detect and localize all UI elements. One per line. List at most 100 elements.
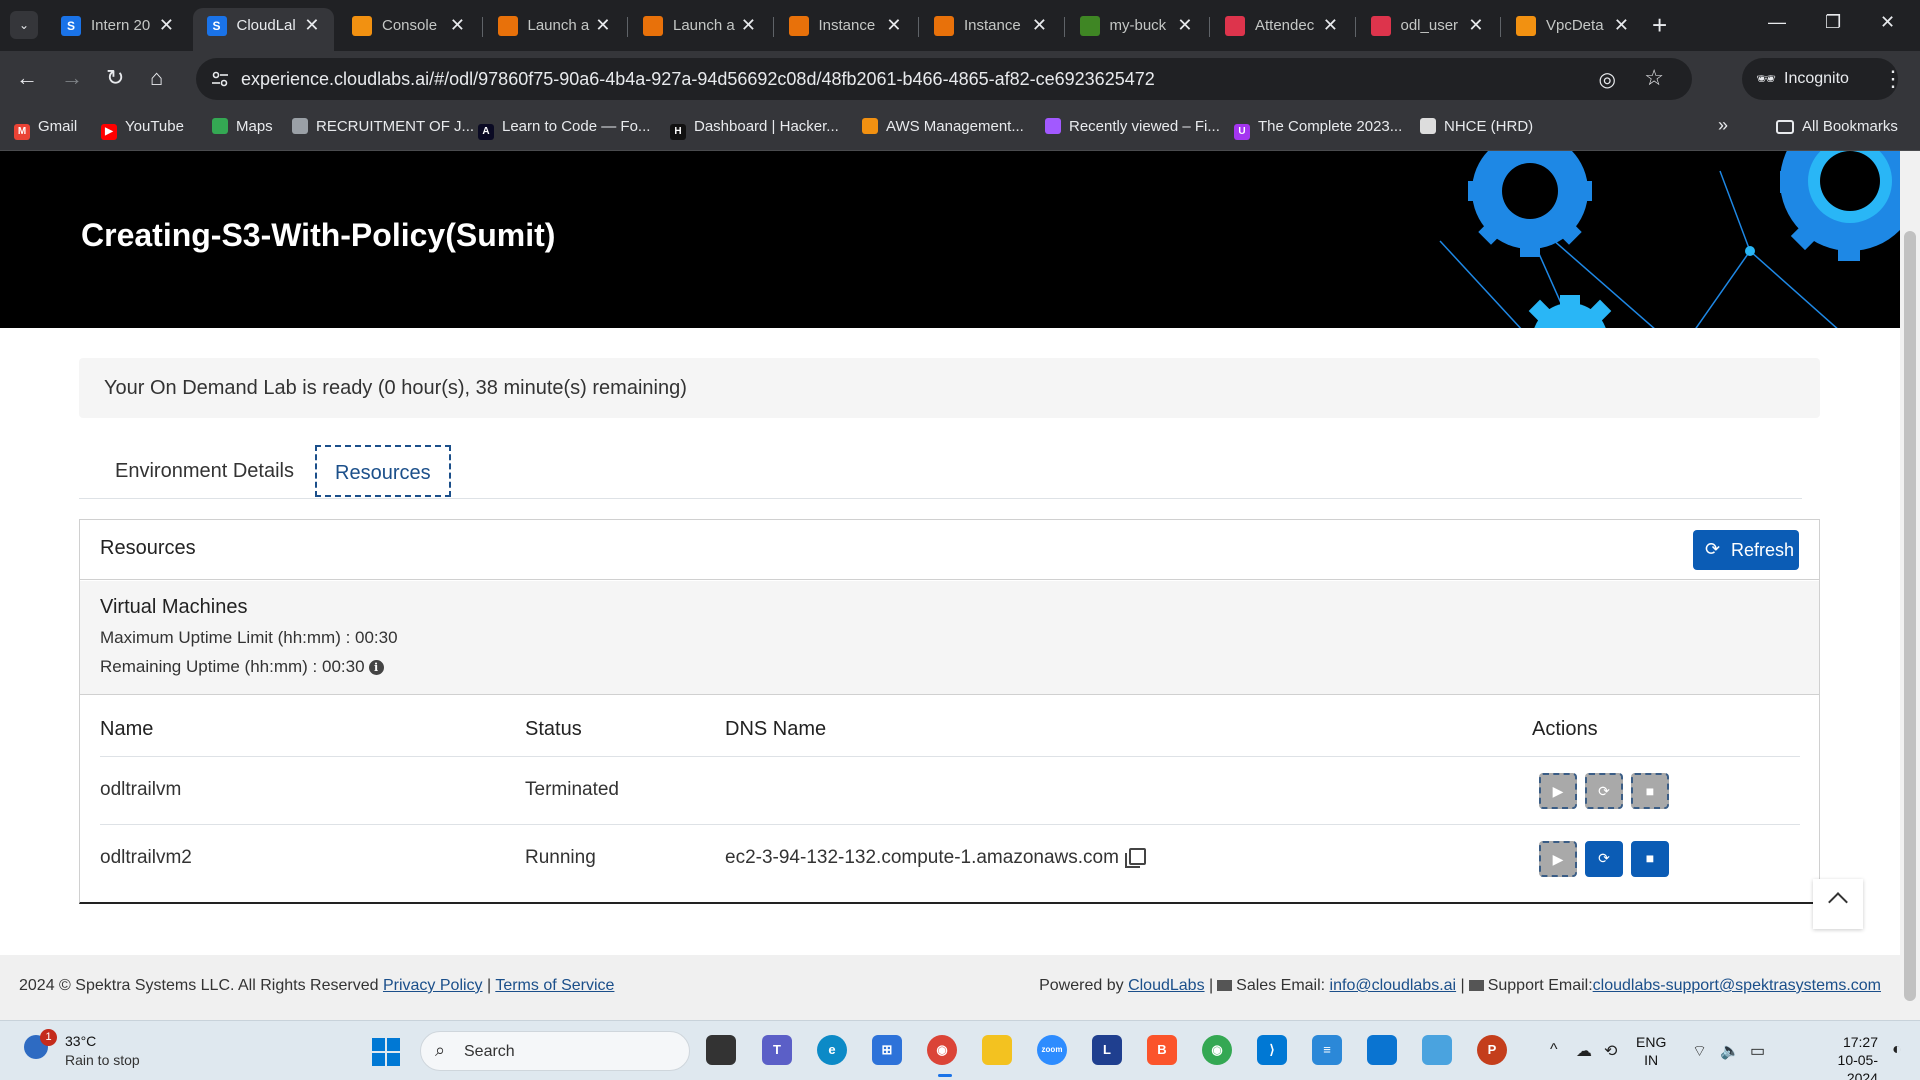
browser-tab[interactable]: odl_user ✕ — [1357, 8, 1498, 51]
tab-close-icon[interactable]: ✕ — [1032, 15, 1047, 36]
tab-close-icon[interactable]: ✕ — [741, 15, 756, 36]
back-to-top-button[interactable] — [1813, 879, 1863, 929]
refresh-icon: ⟳ — [1705, 539, 1721, 559]
tab-close-icon[interactable]: ✕ — [450, 15, 465, 36]
brave-icon[interactable]: B — [1147, 1035, 1177, 1065]
browser-tab[interactable]: S CloudLal ✕ — [192, 8, 334, 51]
tab-close-icon[interactable]: ✕ — [1177, 15, 1192, 36]
sales-email-link[interactable]: info@cloudlabs.ai — [1330, 977, 1457, 994]
all-bookmarks-button[interactable]: All Bookmarks — [1776, 118, 1898, 135]
browser-tab[interactable]: VpcDeta ✕ — [1502, 8, 1643, 51]
restore-icon[interactable]: ❐ — [1825, 12, 1841, 33]
start-vm-button[interactable]: ▶ — [1539, 841, 1577, 877]
browser-tab[interactable]: Console ✕ — [338, 8, 479, 51]
weather-widget[interactable]: 1 33°C Rain to stop — [24, 1029, 204, 1073]
photos-icon[interactable] — [1367, 1035, 1397, 1065]
tab-resources[interactable]: Resources — [315, 445, 451, 497]
tab-close-icon[interactable]: ✕ — [595, 15, 610, 36]
address-bar[interactable]: experience.cloudlabs.ai/#/odl/97860f75-9… — [196, 58, 1692, 100]
tab-search-button[interactable]: ⌄ — [10, 11, 38, 39]
terms-of-service-link[interactable]: Terms of Service — [495, 977, 614, 994]
browser-tab[interactable]: Instance ✕ — [775, 8, 916, 51]
reload-icon[interactable]: ↻ — [106, 65, 124, 91]
bookmarks-overflow-icon[interactable]: » — [1718, 115, 1728, 136]
restart-vm-button[interactable]: ⟳ — [1585, 841, 1623, 877]
home-icon[interactable]: ⌂ — [150, 65, 163, 91]
bookmark-item[interactable]: RECRUITMENT OF J... — [292, 118, 474, 135]
task-view-icon[interactable] — [706, 1035, 736, 1065]
chevron-up-icon[interactable]: ^ — [1550, 1041, 1558, 1059]
bookmark-item[interactable]: Recently viewed – Fi... — [1045, 118, 1220, 135]
bookmark-item[interactable]: NHCE (HRD) — [1420, 118, 1533, 135]
browser-menu-icon[interactable]: ⋮ — [1882, 66, 1904, 92]
wifi-icon[interactable]: ⌔ — [1692, 1041, 1707, 1061]
chrome-profile-icon[interactable]: ◉ — [1202, 1035, 1232, 1065]
tab-close-icon[interactable]: ✕ — [304, 15, 319, 36]
cloudlabs-link[interactable]: CloudLabs — [1128, 977, 1205, 994]
bookmark-item[interactable]: M Gmail — [14, 118, 77, 140]
start-vm-button[interactable]: ▶ — [1539, 773, 1577, 809]
refresh-button[interactable]: ⟳ Refresh — [1693, 530, 1799, 570]
powerpoint-icon[interactable]: P — [1477, 1035, 1507, 1065]
bookmark-item[interactable]: U The Complete 2023... — [1234, 118, 1402, 140]
table-row: odltrailvm2 Running ec2-3-94-132-132.com… — [100, 824, 1800, 892]
language-indicator[interactable]: ENG IN — [1636, 1033, 1666, 1069]
privacy-policy-link[interactable]: Privacy Policy — [383, 977, 483, 994]
site-settings-icon[interactable] — [210, 69, 230, 89]
stop-vm-button[interactable]: ■ — [1631, 773, 1669, 809]
browser-tab[interactable]: Instance ✕ — [920, 8, 1061, 51]
chrome-icon[interactable]: ◉ — [927, 1035, 957, 1065]
browser-tab[interactable]: Attendec ✕ — [1211, 8, 1352, 51]
bookmark-item[interactable]: ▶ YouTube — [101, 118, 184, 140]
clock[interactable]: 17:27 10-05-2024 — [1810, 1033, 1878, 1080]
notepad-icon[interactable]: ≡ — [1312, 1035, 1342, 1065]
browser-tab[interactable]: my-buck ✕ — [1066, 8, 1207, 51]
battery-icon[interactable]: ▭ — [1750, 1041, 1765, 1061]
scrollbar-thumb[interactable] — [1904, 231, 1916, 1001]
volume-icon[interactable]: 🔈 — [1720, 1041, 1740, 1061]
incognito-badge[interactable]: 🕶 Incognito — [1742, 58, 1898, 100]
forward-icon[interactable]: → — [61, 65, 83, 91]
cloud-icon[interactable]: ☁ — [1576, 1041, 1592, 1061]
url-text[interactable]: experience.cloudlabs.ai/#/odl/97860f75-9… — [241, 69, 1155, 90]
bookmark-item[interactable]: H Dashboard | Hacker... — [670, 118, 839, 140]
stop-vm-button[interactable]: ■ — [1631, 841, 1669, 877]
restart-vm-button[interactable]: ⟳ — [1585, 773, 1623, 809]
l-app-icon[interactable]: L — [1092, 1035, 1122, 1065]
teams-icon[interactable]: T — [762, 1035, 792, 1065]
back-icon[interactable]: ← — [16, 65, 38, 91]
taskbar-search-box[interactable]: ⌕ Search — [420, 1031, 690, 1071]
bookmark-item[interactable]: Maps — [212, 118, 273, 135]
sync-icon[interactable]: ⟲ — [1604, 1041, 1617, 1061]
snipping-tool-icon[interactable] — [1422, 1035, 1452, 1065]
tab-environment-details[interactable]: Environment Details — [97, 445, 312, 497]
zoom-icon[interactable]: zoom — [1037, 1035, 1067, 1065]
folder-icon — [1776, 120, 1794, 134]
store-icon[interactable]: ⊞ — [872, 1035, 902, 1065]
copy-icon[interactable] — [1124, 848, 1146, 868]
vscode-icon[interactable]: ⟩ — [1257, 1035, 1287, 1065]
bookmark-item[interactable]: A Learn to Code — Fo... — [478, 118, 650, 140]
file-explorer-icon[interactable] — [982, 1035, 1012, 1065]
support-email-link[interactable]: cloudlabs-support@spektrasystems.com — [1593, 977, 1881, 994]
new-tab-button[interactable]: + — [1652, 10, 1667, 41]
browser-tab[interactable]: S Intern 20 ✕ — [47, 8, 188, 51]
tab-close-icon[interactable]: ✕ — [1468, 15, 1483, 36]
refresh-label: Refresh — [1731, 540, 1795, 560]
browser-tab[interactable]: Launch a ✕ — [484, 8, 625, 51]
browser-tab[interactable]: Launch a ✕ — [629, 8, 770, 51]
edge-icon[interactable]: e — [817, 1035, 847, 1065]
notifications-icon[interactable]: ◐ — [1892, 1041, 1902, 1059]
info-icon[interactable]: i — [368, 660, 384, 675]
bookmark-star-icon[interactable]: ☆ — [1644, 65, 1664, 91]
windows-start-icon[interactable] — [372, 1038, 400, 1066]
tab-close-icon[interactable]: ✕ — [886, 15, 901, 36]
tab-close-icon[interactable]: ✕ — [159, 15, 174, 36]
eye-off-icon[interactable]: ◎ — [1599, 67, 1616, 92]
tab-close-icon[interactable]: ✕ — [1323, 15, 1338, 36]
page-scrollbar[interactable] — [1900, 151, 1920, 1020]
minimize-icon[interactable]: — — [1768, 12, 1786, 33]
tab-close-icon[interactable]: ✕ — [1614, 15, 1629, 36]
close-window-icon[interactable]: ✕ — [1880, 12, 1895, 33]
bookmark-item[interactable]: AWS Management... — [862, 118, 1024, 135]
